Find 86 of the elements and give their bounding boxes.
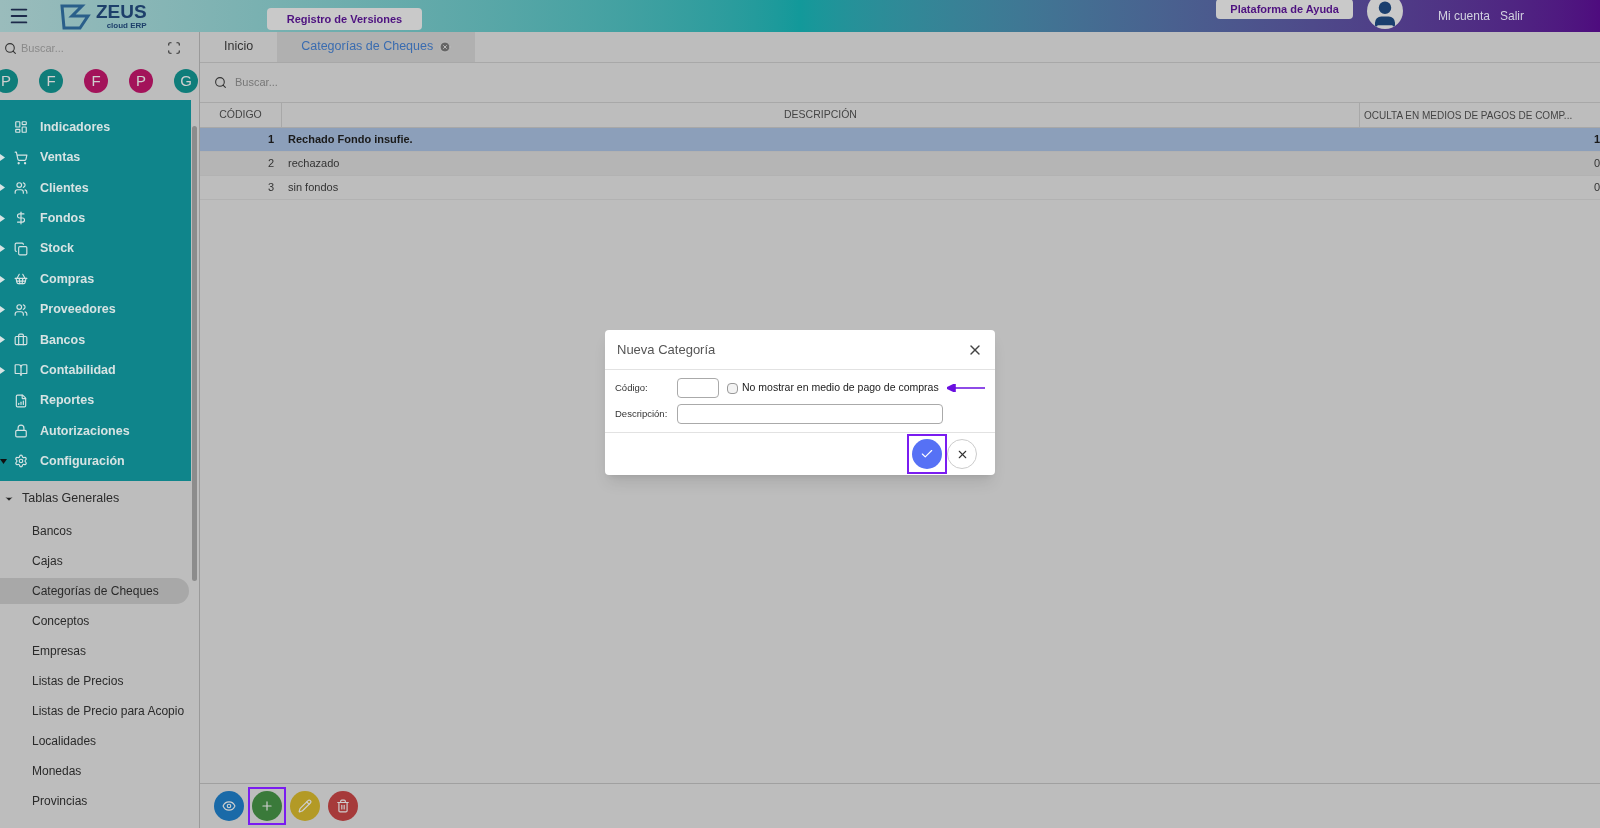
edit-button[interactable] (290, 791, 320, 821)
dollar-icon (14, 211, 28, 226)
initial-avatar[interactable]: G (174, 69, 198, 93)
submenu-item[interactable]: Localidades (0, 727, 189, 754)
checkbox-label: No mostrar en medio de pago de compras (742, 380, 939, 396)
submenu-item[interactable]: Bancos (0, 517, 189, 544)
check-icon (920, 447, 934, 461)
sidebar-item[interactable]: Proveedores (0, 294, 191, 325)
header-link[interactable]: Salir (1500, 7, 1524, 25)
annotation-arrow (946, 384, 985, 392)
column-header[interactable]: CÓDIGO (200, 103, 282, 127)
submenu-header[interactable]: Tablas Generales (0, 481, 199, 516)
people-icon (14, 302, 28, 317)
submenu-item[interactable]: Empresas (0, 637, 189, 664)
sidebar-item[interactable]: Autorizaciones (0, 415, 191, 447)
fullscreen-icon[interactable] (167, 41, 181, 55)
header-link[interactable]: Mi cuenta (1437, 7, 1490, 25)
delete-button[interactable] (328, 791, 358, 821)
table-cell-text: Rechado Fondo insufie. (287, 132, 414, 148)
sidebar-item[interactable]: Compras (0, 263, 191, 295)
table-cell-text: sin fondos (287, 180, 340, 196)
sidebar-item[interactable]: Clientes (0, 172, 191, 204)
table-row[interactable]: 2 rechazado 0 (200, 152, 1600, 176)
table-cell-text: 0 (1592, 180, 1600, 196)
initial-avatar[interactable]: F (84, 69, 108, 93)
column-header[interactable]: OCULTA EN MEDIOS DE PAGOS DE COMP... (1360, 103, 1600, 127)
book-icon (14, 363, 28, 378)
report-icon (14, 393, 28, 408)
tab[interactable]: Inicio (200, 31, 278, 62)
submenu-item[interactable]: Conceptos (0, 607, 189, 634)
sidebar-item[interactable]: Configuración (0, 446, 191, 477)
sidebar-item[interactable]: Contabilidad (0, 355, 191, 386)
input-field[interactable] (677, 404, 943, 424)
logo-name: ZEUS (96, 2, 147, 21)
dialog-title: Nueva Categoría (617, 340, 716, 359)
checkbox[interactable] (727, 382, 738, 394)
table-cell-text: 1 (1592, 132, 1600, 148)
sidebar-item[interactable]: Ventas (0, 142, 191, 173)
table-cell-text: 3 (266, 180, 275, 196)
people-icon (14, 180, 28, 195)
sidebar-item[interactable]: Bancos (0, 324, 191, 356)
briefcase-icon (14, 332, 28, 347)
trash-icon (336, 799, 350, 813)
sidebar-item[interactable]: Reportes (0, 385, 191, 416)
field-label: Código: (615, 380, 649, 395)
close-tab-icon[interactable] (439, 40, 452, 53)
submenu-item[interactable]: Listas de Precios (0, 667, 189, 694)
search-icon (214, 76, 227, 89)
help-button[interactable]: Plataforma de Ayuda (1216, 0, 1353, 19)
add-button[interactable] (252, 791, 282, 821)
eye-icon (222, 799, 236, 813)
pencil-icon (298, 799, 312, 813)
gears-icon (14, 454, 28, 469)
initial-avatar[interactable]: P (0, 69, 18, 93)
sidebar-item[interactable]: Fondos (0, 203, 191, 234)
copy-icon (14, 241, 28, 256)
submenu-item[interactable]: Monedas (0, 757, 189, 784)
sidebar-item[interactable]: Stock (0, 233, 191, 264)
input-field[interactable] (677, 378, 719, 398)
column-header[interactable]: DESCRIPCIÓN (282, 103, 1360, 127)
search-field[interactable]: Buscar... (235, 74, 535, 91)
initial-avatar[interactable]: P (129, 69, 153, 93)
initial-avatar[interactable]: F (39, 69, 63, 93)
logo-icon (58, 2, 92, 30)
sidebar-item[interactable]: Indicadores (0, 112, 191, 143)
table-cell-text: 0 (1592, 156, 1600, 172)
field-label: Descripción: (615, 406, 669, 421)
submenu-item[interactable]: Listas de Precio para Acopio (0, 697, 189, 724)
plus-icon (260, 799, 274, 813)
table-cell-text: 1 (266, 132, 275, 148)
confirm-button[interactable] (912, 439, 942, 469)
dashboard-icon (14, 120, 28, 135)
table-row[interactable]: 3 sin fondos 0 (200, 176, 1600, 200)
lock-icon (14, 424, 28, 439)
table-row[interactable]: 1 Rechado Fondo insufie. 1 (200, 128, 1600, 152)
submenu-item[interactable]: Categorías de Cheques (0, 577, 189, 604)
cancel-button[interactable] (947, 439, 977, 469)
logo-tagline: cloud ERP (106, 20, 147, 30)
view-button[interactable] (214, 791, 244, 821)
table-cell-text: 2 (266, 156, 275, 172)
table-cell-text: rechazado (287, 156, 341, 172)
search-icon (4, 41, 17, 55)
versions-button[interactable]: Registro de Versiones (266, 8, 423, 30)
submenu-item[interactable]: Cajas (0, 547, 189, 574)
submenu-item[interactable]: Provincias (0, 787, 189, 814)
avatar-icon[interactable] (1366, 0, 1403, 29)
